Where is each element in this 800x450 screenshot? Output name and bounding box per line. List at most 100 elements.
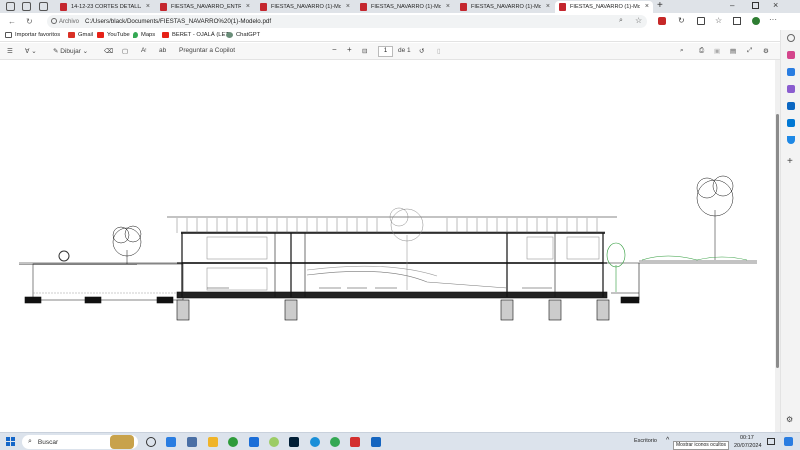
widgets-icon[interactable]	[166, 437, 176, 447]
extension-icon[interactable]	[658, 17, 666, 25]
search-icon: ⌕	[28, 438, 32, 445]
copilot-icon[interactable]	[752, 17, 760, 25]
eraser-icon[interactable]: ⌫	[104, 47, 113, 55]
more-menu-icon[interactable]: ···	[769, 15, 777, 24]
zoom-out-icon[interactable]: −	[332, 45, 337, 54]
tab-3[interactable]: FIESTAS_NAVARRO (1)-Modelo.p... ×	[256, 1, 354, 13]
add-icon[interactable]: +	[787, 156, 793, 167]
contents-icon[interactable]: ☰	[7, 47, 13, 55]
search-icon[interactable]	[787, 34, 795, 42]
photoshop-icon[interactable]	[289, 437, 299, 447]
chrome-icon[interactable]	[228, 437, 238, 447]
fullscreen-icon[interactable]: ⤢	[747, 47, 752, 55]
taskbar-search[interactable]: ⌕ Buscar	[22, 435, 138, 449]
new-tab-icon[interactable]: +	[657, 0, 663, 11]
teams-icon[interactable]	[187, 437, 197, 447]
favorite-star-icon[interactable]: ☆	[635, 16, 642, 25]
tooltip: Mostrar iconos ocultos	[673, 441, 729, 450]
clock-time[interactable]: 00:17	[740, 435, 754, 441]
edge-icon[interactable]	[310, 437, 320, 447]
save-icon[interactable]: ▣	[714, 47, 720, 55]
tools-icon[interactable]	[787, 68, 795, 76]
profile-icon[interactable]	[6, 2, 15, 11]
tab-1[interactable]: 14-12-23 CORTES DETALLADO... ×	[56, 1, 154, 13]
fit-page-icon[interactable]: ⊟	[362, 47, 367, 55]
fav-label: YouTube	[107, 32, 130, 38]
fav-import[interactable]: Importar favoritos	[5, 32, 60, 38]
app-icon[interactable]	[371, 437, 381, 447]
file-explorer-icon[interactable]	[208, 437, 218, 447]
fav-gmail[interactable]: Gmail	[68, 32, 93, 38]
refresh-extension-icon[interactable]: ↻	[678, 16, 685, 25]
maximize-icon[interactable]	[752, 2, 759, 9]
autocad-icon[interactable]	[350, 437, 360, 447]
zoom-in-icon[interactable]: +	[347, 45, 352, 54]
print-icon[interactable]: ⎙	[699, 47, 704, 55]
clock-date[interactable]: 20/07/2024	[734, 443, 762, 449]
fav-label: Gmail	[78, 32, 94, 38]
copilot-button[interactable]: Preguntar a Copilot	[179, 47, 235, 54]
qgis-icon[interactable]	[269, 437, 279, 447]
start-icon[interactable]	[6, 437, 15, 446]
outlook-icon[interactable]	[787, 119, 795, 127]
translate-icon[interactable]: ab	[159, 47, 166, 54]
tab-2[interactable]: FIESTAS_NAVARRO_ENTREGA_FI... ×	[156, 1, 254, 13]
tab-title: FIESTAS_NAVARRO (1)-Modelo.p...	[271, 4, 341, 10]
pdf-icon	[260, 3, 267, 11]
highlight-icon[interactable]: ∀ ⌄	[25, 47, 37, 55]
favorites-icon[interactable]: ☆	[715, 16, 722, 25]
tab-4[interactable]: FIESTAS_NAVARRO (1)-Modelo.p... ×	[356, 1, 454, 13]
games-icon[interactable]	[787, 85, 795, 93]
search-icon[interactable]: ⌕	[680, 47, 684, 55]
drop-icon[interactable]	[787, 136, 795, 144]
office-icon[interactable]	[787, 102, 795, 110]
zoom-app-icon[interactable]	[249, 437, 259, 447]
close-tab-icon[interactable]: ×	[346, 3, 350, 10]
fav-youtube[interactable]: YouTube	[97, 32, 130, 38]
collections-icon[interactable]	[733, 17, 741, 25]
fav-chatgpt[interactable]: ChatGPT	[226, 32, 260, 38]
add-text-box-icon[interactable]: ▢	[122, 47, 128, 55]
notification-icon[interactable]	[767, 438, 775, 445]
back-icon[interactable]: ←	[8, 17, 16, 26]
chevron-up-icon[interactable]: ^	[666, 437, 669, 444]
pdf-viewer[interactable]	[0, 60, 775, 432]
rotate-icon[interactable]: ↺	[419, 47, 424, 55]
split-screen-icon[interactable]	[697, 17, 705, 25]
read-aloud-icon[interactable]: Aᵎ	[141, 47, 146, 54]
close-tab-icon[interactable]: ×	[246, 3, 250, 10]
copilot-taskbar-icon[interactable]	[784, 437, 793, 446]
zoom-icon[interactable]: ⌕	[619, 17, 623, 25]
shopping-icon[interactable]	[787, 51, 795, 59]
settings-icon[interactable]: ⚙	[763, 47, 769, 55]
close-tab-icon[interactable]: ×	[645, 3, 649, 10]
url-text[interactable]: C:/Users/black/Documents/FIESTAS_NAVARRO…	[85, 18, 271, 25]
draw-button[interactable]: ✎ Dibujar ⌄	[53, 47, 88, 55]
page-number-input[interactable]: 1	[378, 46, 393, 57]
info-icon[interactable]	[51, 18, 57, 24]
task-view-icon[interactable]	[146, 437, 156, 447]
refresh-icon[interactable]: ↻	[26, 17, 33, 26]
tab-6-active[interactable]: FIESTAS_NAVARRO (1)-Modelo.p... ×	[555, 1, 653, 13]
draw-label: Dibujar	[60, 48, 81, 55]
scrollbar-thumb[interactable]	[776, 114, 779, 368]
tab-actions-icon[interactable]	[39, 2, 48, 11]
tab-5[interactable]: FIESTAS_NAVARRO (1)-Modelo.p... ×	[456, 1, 554, 13]
close-window-icon[interactable]: ×	[773, 0, 778, 10]
vertical-scrollbar[interactable]	[775, 60, 780, 432]
address-bar[interactable]: Archivo C:/Users/black/Documents/FIESTAS…	[47, 15, 647, 28]
workspaces-icon[interactable]	[22, 2, 31, 11]
fav-maps[interactable]: Maps	[133, 32, 155, 38]
sidebar-settings-icon[interactable]: ⚙	[786, 415, 793, 424]
fav-beret[interactable]: BERET - OJALÁ (LET...	[162, 32, 233, 38]
save-as-icon[interactable]: ▤	[730, 47, 736, 55]
desktop-label[interactable]: Escritorio	[634, 438, 657, 444]
two-page-icon[interactable]: ▯	[437, 47, 441, 55]
edge-sidebar: + ⚙	[780, 30, 800, 432]
chrome-alt-icon[interactable]	[330, 437, 340, 447]
close-tab-icon[interactable]: ×	[146, 3, 150, 10]
close-tab-icon[interactable]: ×	[446, 3, 450, 10]
close-tab-icon[interactable]: ×	[546, 3, 550, 10]
fav-label: Maps	[141, 32, 156, 38]
minimize-icon[interactable]: –	[730, 1, 734, 10]
